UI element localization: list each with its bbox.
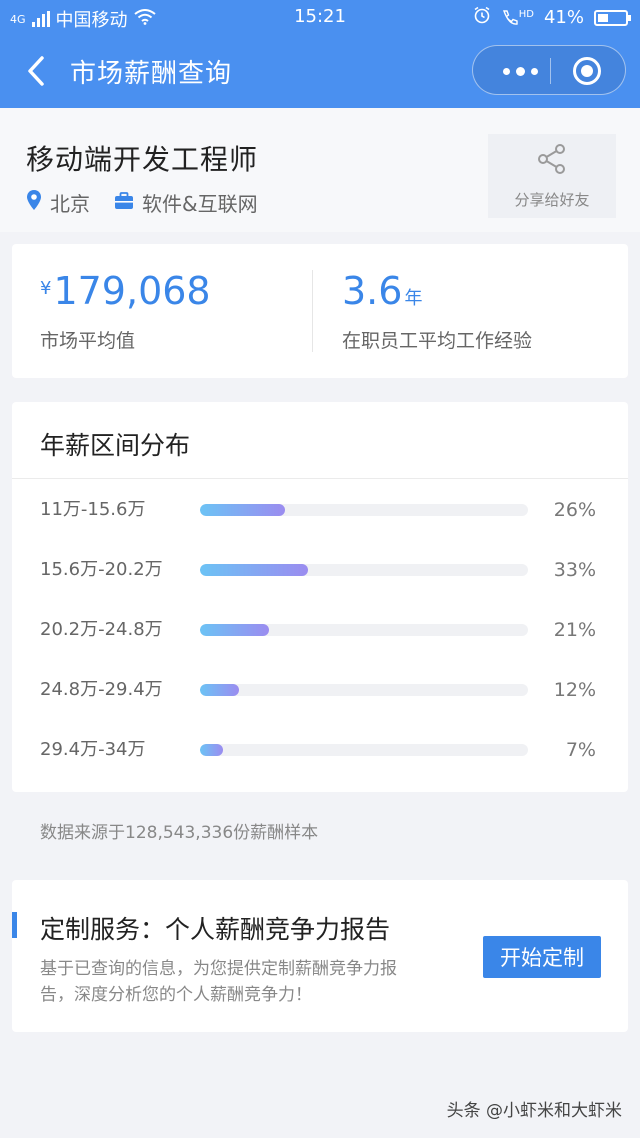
distribution-row: 24.8万-29.4万 12% [12, 675, 628, 705]
salary-stats-card: ¥179,068 市场平均值 3.6 年 在职员工平均工作经验 [12, 244, 628, 378]
industry-label: 软件&互联网 [142, 192, 258, 216]
distribution-track [200, 684, 528, 696]
alarm-icon [473, 6, 491, 29]
distribution-range: 20.2万-24.8万 [40, 619, 163, 640]
salary-distribution-card: 年薪区间分布 11万-15.6万 26% 15.6万-20.2万 33% 20.… [12, 402, 628, 792]
job-meta: 北京 软件&互联网 [26, 188, 282, 217]
distribution-divider [12, 478, 628, 479]
page-title: 市场薪酬查询 [70, 59, 233, 89]
battery-percent: 41% [543, 7, 584, 28]
share-icon [536, 143, 568, 179]
hd-call-icon: HD [501, 9, 534, 27]
experience-number: 3.6 [342, 269, 403, 313]
average-experience-label: 在职员工平均工作经验 [342, 330, 533, 352]
distribution-bar [200, 504, 286, 516]
average-salary: ¥179,068 市场平均值 [40, 272, 211, 353]
service-accent-bar [12, 912, 17, 938]
city-label: 北京 [50, 192, 90, 216]
distribution-range: 24.8万-29.4万 [40, 679, 163, 700]
distribution-track [200, 624, 528, 636]
mini-program-capsule [472, 45, 626, 95]
job-header: 移动端开发工程师 北京 软件&互联网 分享给好友 [0, 108, 640, 232]
share-button[interactable]: 分享给好友 [488, 134, 616, 218]
chevron-left-icon[interactable] [22, 54, 52, 88]
distribution-percent: 12% [553, 679, 596, 701]
status-bar: 4G 中国移动 15:21 HD 41% [0, 0, 640, 34]
distribution-track [200, 744, 528, 756]
ellipsis-icon[interactable] [491, 46, 550, 96]
distribution-track [200, 504, 528, 516]
data-source-note: 数据来源于128,543,336份薪酬样本 [40, 823, 319, 843]
distribution-percent: 33% [553, 559, 596, 581]
share-label: 分享给好友 [514, 190, 590, 209]
job-industry: 软件&互联网 [114, 188, 258, 217]
distribution-range: 29.4万-34万 [40, 739, 146, 760]
experience-unit: 年 [404, 288, 423, 309]
average-salary-value: ¥179,068 [40, 272, 211, 310]
distribution-bar [200, 564, 309, 576]
target-circle-icon[interactable] [573, 57, 601, 85]
average-salary-label: 市场平均值 [40, 330, 136, 352]
distribution-row: 11万-15.6万 26% [12, 495, 628, 525]
distribution-percent: 21% [553, 619, 596, 641]
average-experience: 3.6 年 在职员工平均工作经验 [342, 272, 532, 353]
hd-label: HD [518, 8, 534, 20]
distribution-range: 15.6万-20.2万 [40, 559, 163, 580]
distribution-bar [200, 744, 223, 756]
salary-number: 179,068 [53, 269, 211, 313]
service-title: 定制服务：个人薪酬竞争力报告 [40, 915, 391, 944]
custom-service-card: 定制服务：个人薪酬竞争力报告 基于已查询的信息，为您提供定制薪酬竞争力报告，深度… [12, 880, 628, 1032]
status-right: HD 41% [473, 6, 631, 29]
average-experience-value: 3.6 年 [342, 272, 532, 310]
job-city: 北京 [26, 188, 90, 217]
battery-icon [594, 9, 631, 26]
distribution-title: 年薪区间分布 [40, 431, 191, 460]
watermark: 头条 @小虾米和大虾米 [446, 1101, 622, 1121]
distribution-row: 15.6万-20.2万 33% [12, 555, 628, 585]
distribution-bar [200, 624, 269, 636]
distribution-row: 29.4万-34万 7% [12, 735, 628, 765]
capsule-divider [550, 58, 551, 84]
start-custom-button[interactable]: 开始定制 [483, 936, 601, 978]
location-pin-icon [26, 189, 42, 216]
currency-symbol: ¥ [40, 278, 52, 299]
distribution-row: 20.2万-24.8万 21% [12, 615, 628, 645]
service-description: 基于已查询的信息，为您提供定制薪酬竞争力报告，深度分析您的个人薪酬竞争力！ [40, 959, 397, 1005]
distribution-track [200, 564, 528, 576]
distribution-bar [200, 684, 240, 696]
job-title: 移动端开发工程师 [26, 143, 259, 176]
distribution-range: 11万-15.6万 [40, 499, 146, 520]
distribution-percent: 26% [553, 499, 596, 521]
stats-divider [312, 270, 313, 352]
distribution-percent: 7% [565, 739, 596, 761]
briefcase-icon [114, 191, 134, 215]
nav-bar: 市场薪酬查询 [0, 34, 640, 108]
